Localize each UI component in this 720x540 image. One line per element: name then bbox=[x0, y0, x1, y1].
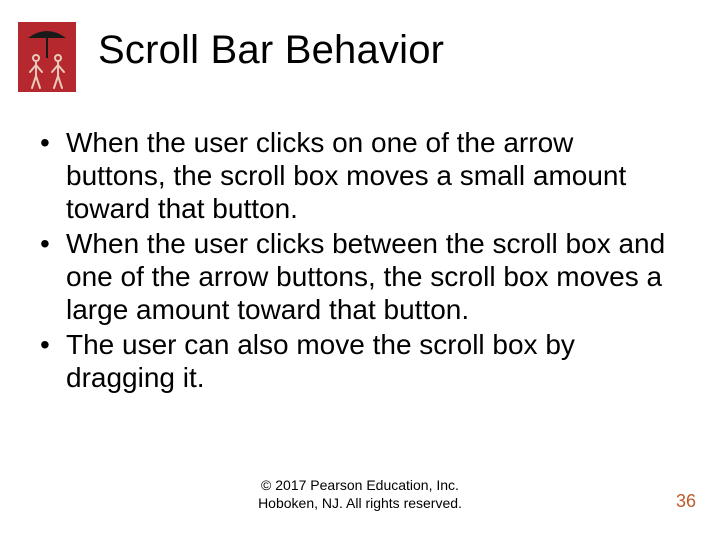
publisher-logo bbox=[18, 22, 76, 92]
bullet-item: When the user clicks on one of the arrow… bbox=[36, 126, 680, 225]
slide-body: When the user clicks on one of the arrow… bbox=[36, 126, 680, 396]
bullet-item: The user can also move the scroll box by… bbox=[36, 328, 680, 394]
bullet-list: When the user clicks on one of the arrow… bbox=[36, 126, 680, 394]
copyright: © 2017 Pearson Education, Inc. Hoboken, … bbox=[0, 477, 720, 512]
copyright-line: © 2017 Pearson Education, Inc. bbox=[0, 477, 720, 495]
copyright-line: Hoboken, NJ. All rights reserved. bbox=[0, 495, 720, 513]
page-number: 36 bbox=[676, 491, 696, 512]
slide: Scroll Bar Behavior When the user clicks… bbox=[0, 0, 720, 540]
bullet-item: When the user clicks between the scroll … bbox=[36, 227, 680, 326]
slide-title: Scroll Bar Behavior bbox=[98, 28, 444, 73]
